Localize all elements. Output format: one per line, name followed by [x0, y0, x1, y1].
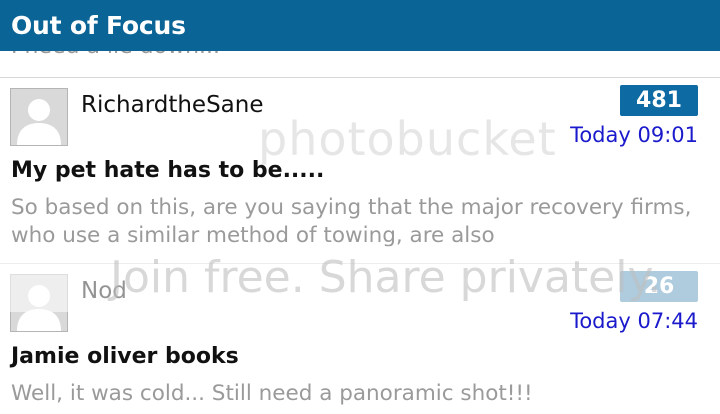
thread-title: My pet hate has to be..... [11, 158, 325, 183]
thread-row[interactable]: RichardtheSane 481 Today 09:01 My pet ha… [0, 78, 720, 264]
thread-row[interactable]: Nod 26 Today 07:44 Jamie oliver books We… [0, 264, 720, 414]
thread-list[interactable]: I need a lie down... RichardtheSane 481 … [0, 51, 720, 414]
previous-thread-preview: I need a lie down... [11, 51, 220, 59]
thread-author: Nod [81, 278, 127, 304]
default-user-avatar-icon [10, 88, 68, 146]
thread-title: Jamie oliver books [11, 344, 239, 369]
thread-preview: Well, it was cold... Still need a panora… [11, 381, 533, 406]
app-header: Out of Focus [0, 0, 720, 51]
thread-timestamp: Today 09:01 [570, 123, 698, 147]
forum-title: Out of Focus [11, 11, 186, 40]
thread-preview: So based on this, are you saying that th… [11, 195, 692, 248]
reply-count-badge: 481 [620, 85, 698, 116]
default-user-avatar-icon [10, 274, 68, 332]
thread-author: RichardtheSane [81, 92, 264, 118]
reply-count-badge: 26 [620, 271, 698, 302]
thread-timestamp: Today 07:44 [570, 309, 698, 333]
